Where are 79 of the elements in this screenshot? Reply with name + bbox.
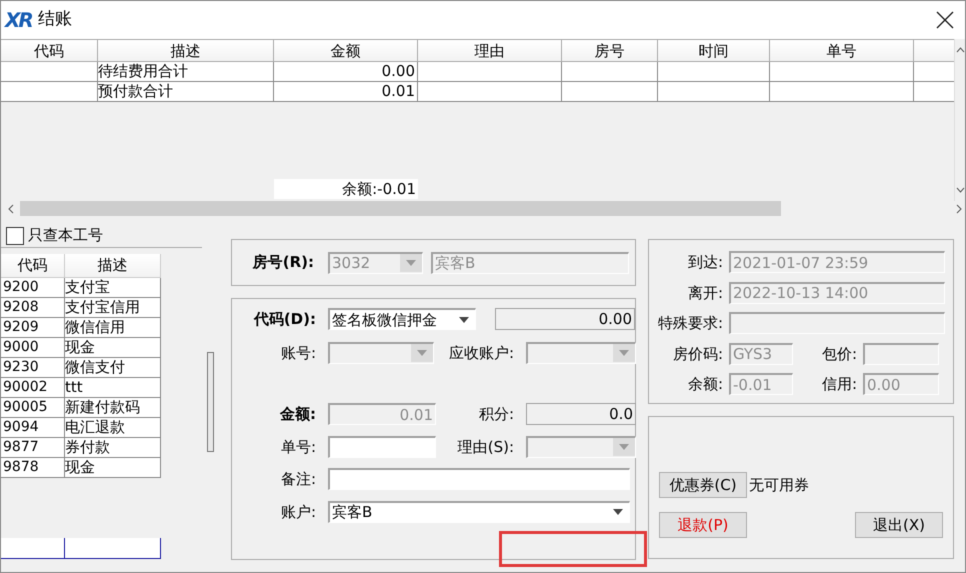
text-field[interactable] (328, 436, 436, 458)
caret-icon (619, 444, 629, 450)
column-header[interactable]: 金额 (274, 40, 418, 62)
table-cell: 90002 (1, 378, 65, 397)
checkbox[interactable] (6, 226, 24, 244)
text-field[interactable] (328, 468, 630, 490)
column-header[interactable]: 代码 (1, 40, 98, 62)
column-header[interactable]: 理由 (418, 40, 562, 62)
refund-button[interactable]: 退款(P) (659, 512, 747, 538)
caret-icon (619, 350, 629, 356)
table-cell: 9094 (1, 418, 65, 437)
dropdown-field[interactable]: 签名板微信押金 (328, 308, 476, 330)
exit-button[interactable]: 退出(X) (855, 512, 943, 538)
field-label: 余额: (686, 374, 724, 395)
scroll-left-icon[interactable] (8, 204, 14, 214)
table-cell: 9230 (1, 358, 65, 377)
table-cell: 微信支付 (65, 358, 161, 377)
field-label: 房价码: (672, 344, 724, 364)
text-field[interactable]: 0.0 (526, 403, 636, 426)
column-header[interactable]: 代码 (1, 254, 65, 278)
balance-total: 余额:-0.01 (274, 179, 418, 199)
scroll-up-icon[interactable] (956, 47, 964, 53)
column-header[interactable]: 时间 (658, 40, 770, 62)
table-cell: 预付款合计 (98, 82, 274, 101)
field-label: 理由(S): (456, 436, 515, 458)
caret-icon (417, 350, 427, 356)
app-logo: XR (5, 10, 32, 30)
field-label: 积分: (478, 404, 515, 425)
caret-icon (406, 260, 416, 266)
close-icon[interactable] (935, 10, 955, 30)
table-cell: 微信信用 (65, 318, 161, 337)
field-label: 账户: (280, 502, 317, 522)
splitter-handle[interactable] (207, 352, 214, 452)
table-cell: 支付宝 (65, 278, 161, 297)
table-cell: 支付宝信用 (65, 298, 161, 317)
field-label: 金额: (278, 404, 317, 425)
table-cell: 9877 (1, 438, 65, 457)
field-label: 账号: (280, 342, 317, 364)
table-cell: ttt (65, 378, 161, 397)
field-label: 特殊要求: (656, 313, 724, 334)
table-cell: 9209 (1, 318, 65, 337)
field-label: 到达: (686, 252, 724, 273)
field-label: 信用: (820, 374, 858, 395)
field-label: 单号: (280, 436, 317, 458)
scroll-right-icon[interactable] (956, 204, 962, 214)
scrollbar-thumb[interactable] (20, 201, 781, 216)
field-label: 代码(D): (252, 309, 317, 330)
field-label: 包价: (820, 344, 858, 364)
coupon-button[interactable]: 优惠券(C) (659, 472, 747, 498)
table-cell: 现金 (65, 338, 161, 357)
table-cell: 券付款 (65, 438, 161, 457)
table-cell: 0.01 (274, 82, 418, 101)
table-cell: 电汇退款 (65, 418, 161, 437)
table-cell: 待结费用合计 (98, 62, 274, 81)
window-title: 结账 (38, 8, 72, 32)
column-header[interactable]: 房号 (562, 40, 658, 62)
scroll-down-icon[interactable] (956, 187, 964, 193)
vertical-scrollbar[interactable] (954, 39, 965, 201)
field-label: 应收账户: (448, 342, 515, 364)
table-cell: 9878 (1, 458, 65, 477)
table-cell: 0.00 (274, 62, 418, 81)
table-cell: 9200 (1, 278, 65, 297)
column-header[interactable]: 描述 (65, 254, 161, 278)
table-cell: 9000 (1, 338, 65, 357)
column-header[interactable]: 单号 (770, 40, 914, 62)
table-cell: 新建付款码 (65, 398, 161, 417)
text-field[interactable]: 0.00 (495, 308, 635, 330)
column-header[interactable]: 描述 (98, 40, 274, 62)
table-cell: 9208 (1, 298, 65, 317)
field-label: 备注: (280, 469, 317, 490)
caret-icon (459, 316, 469, 323)
table-cell: 现金 (65, 458, 161, 477)
dropdown-field[interactable]: 宾客B (328, 500, 630, 523)
checkbox-label[interactable]: 只查本工号 (28, 224, 103, 247)
field-label: 房号(R): (251, 252, 315, 274)
caret-icon (613, 509, 623, 516)
field-label: 离开: (686, 282, 724, 304)
table-cell: 90005 (1, 398, 65, 417)
coupon-status: 无可用券 (749, 474, 809, 496)
